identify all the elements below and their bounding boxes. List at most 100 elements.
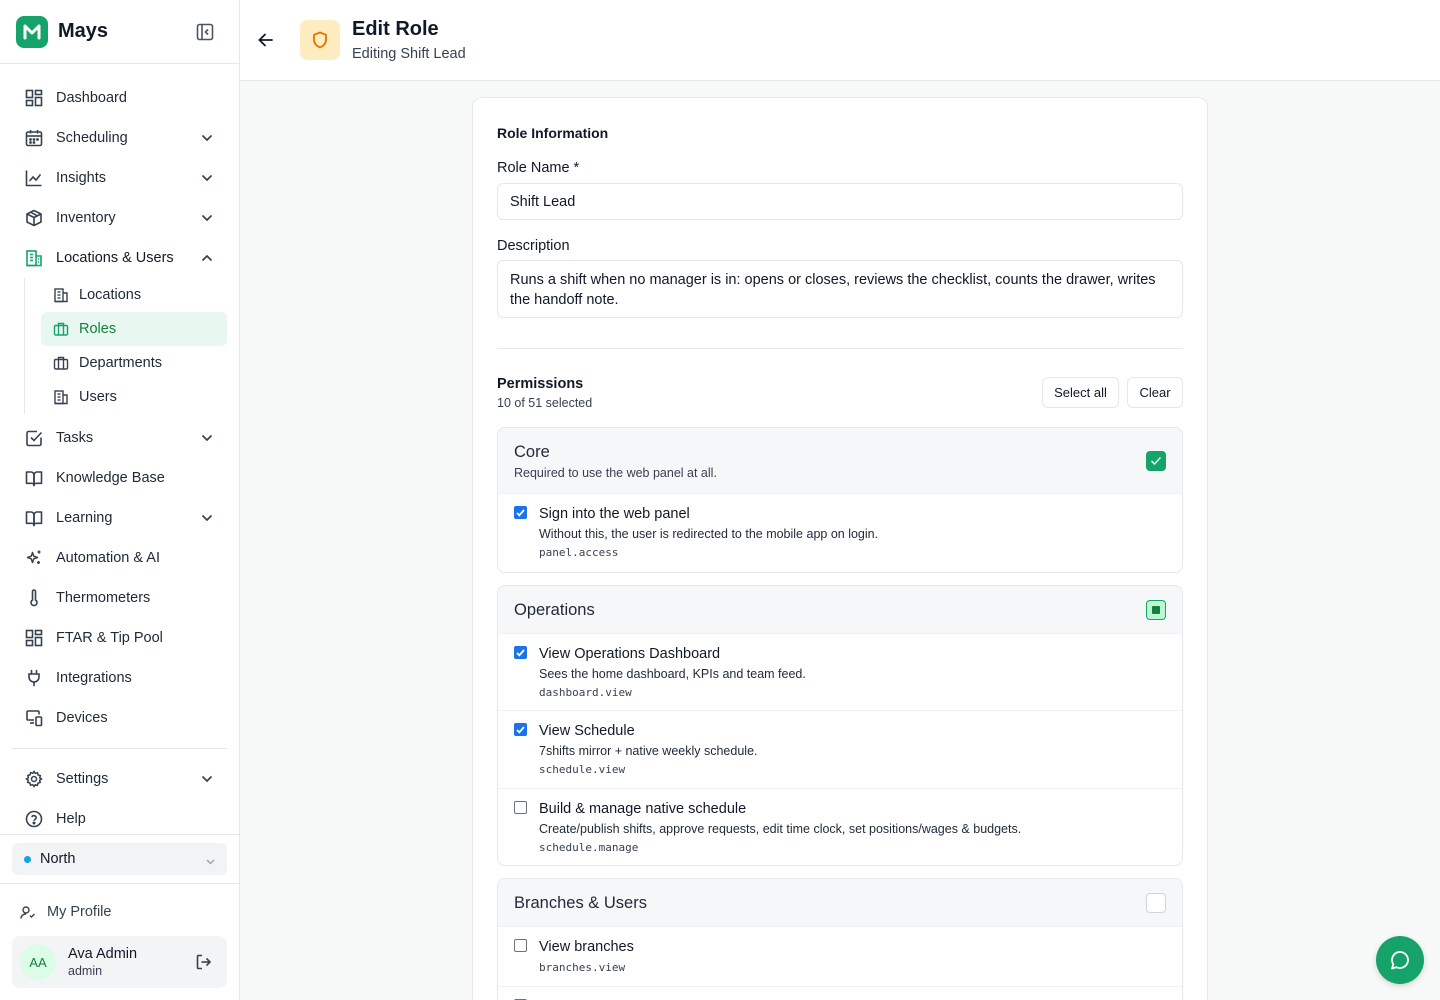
my-profile-label: My Profile [47, 904, 112, 920]
sidebar-item-label: Inventory [56, 210, 116, 226]
user-name: Ava Admin [68, 946, 138, 962]
sidebar-subitem-departments[interactable]: Departments [41, 346, 227, 380]
chat-button[interactable] [1376, 936, 1424, 984]
chevron-down-icon[interactable] [199, 130, 215, 146]
sidebar-nav: Dashboard Scheduling Insights Inventory … [0, 64, 239, 839]
role-icon [300, 20, 340, 60]
sidebar-item-label: Help [56, 811, 86, 827]
edit-role-card: Role Information Role Name * Description… [472, 97, 1208, 1000]
permission-group-name: Branches & Users [514, 894, 647, 912]
sidebar-item-tasks[interactable]: Tasks [0, 418, 239, 458]
permission-description: Sees the home dashboard, KPIs and team f… [539, 667, 806, 681]
role-name-label: Role Name * [497, 160, 580, 176]
page-title: Edit Role [352, 18, 439, 40]
sidebar-item-integrations[interactable]: Integrations [0, 658, 239, 698]
book-icon [24, 508, 44, 528]
group-checkbox-partial[interactable] [1146, 600, 1166, 620]
group-checkbox-checked[interactable] [1146, 451, 1166, 471]
permission-name: Build & manage native schedule [539, 801, 747, 817]
sidebar-subitem-label: Departments [79, 355, 163, 371]
permission-group-name: Operations [514, 601, 595, 619]
chevron-down-icon[interactable] [199, 771, 215, 787]
sidebar-subitem-label: Locations [79, 287, 142, 303]
sidebar-item-label: Knowledge Base [56, 470, 165, 486]
permission-checkbox[interactable] [514, 801, 527, 814]
devices-icon [24, 708, 44, 728]
book-open-icon [24, 468, 44, 488]
avatar[interactable]: AA [20, 944, 56, 980]
sidebar-item-insights[interactable]: Insights [0, 158, 239, 198]
permission-description: Create/publish shifts, approve requests,… [539, 822, 1022, 836]
permission-item: Sign into the web panel Without this, th… [498, 494, 1182, 572]
sidebar-item-help[interactable]: Help [0, 799, 239, 839]
sidebar-divider [12, 748, 227, 749]
chevron-down-icon[interactable] [199, 430, 215, 446]
my-profile-link[interactable]: My Profile [20, 904, 111, 920]
chevron-down-icon[interactable] [199, 170, 215, 186]
sidebar-subitem-locations[interactable]: Locations [41, 278, 227, 312]
sidebar-item-devices[interactable]: Devices [0, 698, 239, 738]
sidebar-item-label: Settings [56, 771, 109, 787]
sidebar: Mays Dashboard Scheduling Insights Inven… [0, 0, 240, 1000]
permission-item [498, 987, 1182, 1000]
section-divider [497, 348, 1183, 349]
group-checkbox-unchecked[interactable] [1146, 893, 1166, 913]
permissions-title: Permissions [497, 376, 584, 392]
sidebar-subitem-roles[interactable]: Roles [41, 312, 227, 346]
sidebar-subitem-users[interactable]: Users [41, 380, 227, 414]
chevron-up-icon[interactable] [199, 250, 215, 266]
sidebar-item-thermometers[interactable]: Thermometers [0, 578, 239, 618]
location-status-dot [24, 855, 31, 863]
permission-group-description: Required to use the web panel at all. [514, 466, 717, 480]
location-select[interactable]: North [12, 843, 227, 875]
sidebar-item-ftar-tip-pool[interactable]: FTAR & Tip Pool [0, 618, 239, 658]
location-select-value: North [40, 851, 76, 867]
sidebar-submenu-locations-users: Locations Roles Departments Users [24, 278, 239, 414]
user-role: admin [68, 964, 103, 978]
role-name-input[interactable] [497, 183, 1183, 220]
app-logo[interactable] [16, 15, 48, 48]
clear-button[interactable]: Clear [1127, 377, 1183, 408]
sidebar-item-learning[interactable]: Learning [0, 498, 239, 538]
sidebar-item-dashboard[interactable]: Dashboard [0, 78, 239, 118]
collapse-sidebar-icon[interactable] [195, 22, 215, 42]
sidebar-item-label: Insights [56, 170, 106, 186]
permission-key: schedule.manage [539, 841, 639, 854]
indeterminate-icon [1152, 606, 1160, 614]
permission-group-operations: Operations View Operations Dashboard See… [497, 585, 1183, 866]
permission-checkbox[interactable] [514, 939, 527, 952]
user-card: AA Ava Admin admin [12, 936, 227, 988]
sidebar-item-label: Scheduling [56, 130, 128, 146]
sidebar-item-knowledge-base[interactable]: Knowledge Base [0, 458, 239, 498]
sidebar-item-inventory[interactable]: Inventory [0, 198, 239, 238]
back-arrow-icon[interactable] [256, 30, 276, 50]
permission-item: View branches branches.view [498, 927, 1182, 987]
logout-icon[interactable] [195, 953, 213, 976]
sidebar-item-locations-users[interactable]: Locations & Users [0, 238, 239, 278]
chevron-down-icon[interactable] [199, 210, 215, 226]
permission-checkbox[interactable] [514, 506, 527, 519]
permission-group-branches-users: Branches & Users View branches branches.… [497, 878, 1183, 1000]
select-all-button[interactable]: Select all [1042, 377, 1119, 408]
sidebar-item-label: Integrations [56, 670, 132, 686]
sidebar-item-automation-ai[interactable]: Automation & AI [0, 538, 239, 578]
checkbox-icon [24, 428, 44, 448]
app-name: Mays [58, 20, 109, 42]
sidebar-item-label: Thermometers [56, 590, 151, 606]
permission-group-core: Core Required to use the web panel at al… [497, 427, 1183, 573]
permission-name: View Operations Dashboard [539, 646, 721, 662]
chevron-down-icon[interactable] [199, 510, 215, 526]
permission-key: schedule.view [539, 763, 626, 776]
sidebar-item-label: Tasks [56, 430, 94, 446]
permission-checkbox[interactable] [514, 723, 527, 736]
permission-item: View Operations Dashboard Sees the home … [498, 634, 1182, 711]
sidebar-item-scheduling[interactable]: Scheduling [0, 118, 239, 158]
description-textarea[interactable]: Runs a shift when no manager is in: open… [497, 260, 1183, 318]
chat-bubble-icon [1389, 949, 1411, 971]
permission-name: View Schedule [539, 723, 635, 739]
permission-item: View Schedule 7shifts mirror + native we… [498, 711, 1182, 789]
grid-icon [24, 628, 44, 648]
sidebar-item-settings[interactable]: Settings [0, 759, 239, 799]
permission-checkbox[interactable] [514, 646, 527, 659]
help-icon [24, 809, 44, 829]
